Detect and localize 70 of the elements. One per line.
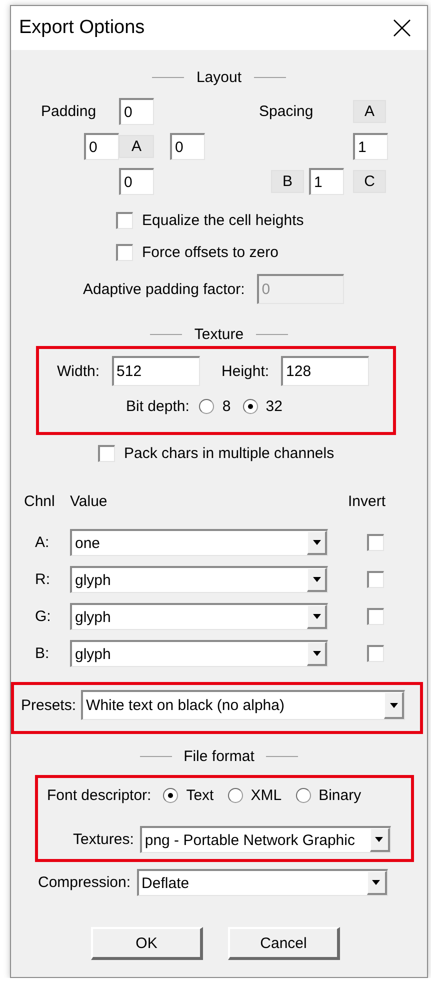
option-label: Force offsets to zero [142,244,278,260]
checkbox[interactable] [367,645,384,662]
dropdown[interactable]: png - Portable Network Graphic [140,826,391,853]
radio-label: Text [186,786,214,804]
input-field[interactable]: 0 [84,133,119,160]
dropdown-arrow-icon [390,702,398,708]
checkbox[interactable] [367,608,384,625]
radio-label: 32 [266,398,282,415]
checkbox[interactable] [116,244,133,260]
dropdown[interactable]: White text on black (no alpha) [81,690,406,720]
bit-depth-label: Bit depth: [126,398,190,415]
dropdown[interactable]: glyph [70,603,328,630]
option-label: Equalize the cell heights [142,212,304,228]
dropdown[interactable]: glyph [70,566,328,593]
dropdown-arrow-icon [312,577,320,582]
radio-button[interactable] [199,399,214,414]
channel-label: R: [35,571,51,588]
adaptive-padding-label: Adaptive padding factor: [83,280,245,298]
radio-label: Binary [318,786,362,804]
font-descriptor-label: Font descriptor: [47,786,152,804]
section-heading: File format [184,748,254,764]
section-heading: Texture [194,326,244,342]
dropdown-arrow-icon [312,614,320,619]
spacing-label: Spacing [259,103,314,120]
input-field[interactable]: 0 [119,168,154,195]
input-field[interactable]: 1 [309,168,344,195]
corner-label: A [353,100,386,123]
input-field[interactable]: 128 [281,356,370,386]
radio-button[interactable] [228,788,243,802]
channel-label: A: [35,534,50,551]
dropdown[interactable]: one [70,529,328,556]
radio-label: XML [250,786,282,804]
input-field[interactable]: 0 [170,133,205,160]
input-field[interactable]: 512 [112,356,200,386]
textures-label: Textures: [73,831,134,848]
column-header: Chnl [24,492,56,510]
channel-label: G: [35,608,52,625]
padding-label: Padding [41,103,98,120]
channel-label: B: [35,645,50,662]
close-icon [393,19,411,37]
dropdown[interactable]: glyph [70,640,328,667]
radio-button[interactable] [242,399,258,414]
compression-label: Compression: [38,874,131,891]
section-heading: Layout [196,68,242,86]
dropdown[interactable]: Deflate [136,869,388,896]
radio-label: 8 [222,398,231,415]
input-field[interactable]: 1 [353,133,388,160]
checkbox[interactable] [367,534,384,551]
option-label: Pack chars in multiple channels [124,444,334,462]
checkbox[interactable] [98,444,115,462]
height-label: Height: [222,362,270,380]
dropdown-arrow-icon [312,540,320,545]
checkbox[interactable] [367,571,384,588]
dialog-button[interactable]: Cancel [228,927,340,960]
dropdown-arrow-icon [375,837,384,842]
center-label: A [119,135,154,158]
checkbox[interactable] [116,212,133,228]
presets-label: Presets: [21,696,76,714]
dropdown-arrow-icon [372,880,380,885]
column-header: Invert [348,492,386,510]
column-header: Value [70,492,108,510]
dropdown-arrow-icon [312,651,320,656]
radio-button[interactable] [163,788,178,802]
corner-label: C [353,170,386,193]
input-field[interactable]: 0 [119,98,154,125]
window-title: Export Options [19,17,145,39]
width-label: Width: [57,362,100,380]
dialog-button[interactable]: OK [91,927,203,960]
radio-button[interactable] [296,788,311,802]
corner-label: B [271,170,304,193]
